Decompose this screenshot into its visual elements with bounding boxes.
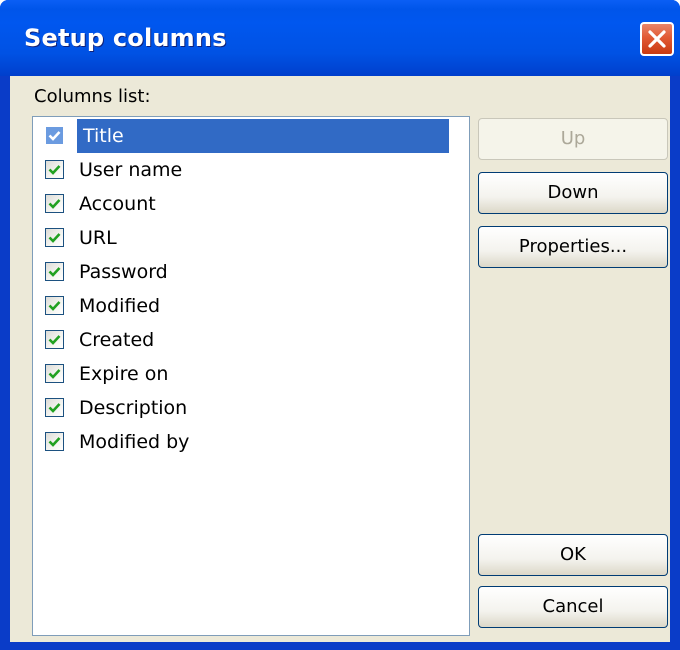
checkmark-icon (48, 267, 61, 277)
list-item[interactable]: URL (33, 221, 469, 255)
cancel-button[interactable]: Cancel (478, 586, 668, 628)
properties-button[interactable]: Properties... (478, 226, 668, 268)
columns-listbox[interactable]: Title User name Account URL Password Mod… (32, 116, 470, 636)
list-item[interactable]: Expire on (33, 357, 469, 391)
checkbox[interactable] (45, 364, 64, 383)
list-item-label: Created (79, 329, 155, 351)
checkmark-icon (48, 301, 61, 311)
checkbox[interactable] (45, 432, 64, 451)
checkbox[interactable] (45, 126, 64, 145)
list-item[interactable]: Title (33, 119, 469, 153)
list-item-label: Modified by (79, 431, 190, 453)
checkbox[interactable] (45, 160, 64, 179)
checkmark-icon (48, 437, 61, 447)
list-item[interactable]: User name (33, 153, 469, 187)
checkbox[interactable] (45, 330, 64, 349)
list-item-label: Password (79, 261, 168, 283)
checkbox[interactable] (45, 398, 64, 417)
list-item-label: Expire on (79, 363, 169, 385)
up-button[interactable]: Up (478, 118, 668, 160)
list-item-label: User name (79, 159, 183, 181)
checkmark-icon (48, 369, 61, 379)
list-item[interactable]: Account (33, 187, 469, 221)
columns-list-label: Columns list: (34, 86, 151, 107)
list-item-label: Account (79, 193, 156, 215)
checkbox[interactable] (45, 296, 64, 315)
list-item[interactable]: Password (33, 255, 469, 289)
list-item-label: Description (79, 397, 188, 419)
checkmark-icon (48, 233, 61, 243)
list-item-label: Title (77, 119, 449, 153)
checkbox[interactable] (45, 262, 64, 281)
checkmark-icon (48, 131, 61, 141)
checkmark-icon (48, 165, 61, 175)
checkmark-icon (48, 335, 61, 345)
dialog-body: Columns list: Title User name Account UR… (10, 76, 670, 642)
close-button[interactable] (640, 22, 674, 56)
list-item[interactable]: Modified (33, 289, 469, 323)
checkbox[interactable] (45, 194, 64, 213)
list-item[interactable]: Modified by (33, 425, 469, 459)
checkmark-icon (48, 199, 61, 209)
dialog-title: Setup columns (24, 24, 227, 52)
checkmark-icon (48, 403, 61, 413)
list-item-label: Modified (79, 295, 161, 317)
list-item-label: URL (79, 227, 117, 249)
down-button[interactable]: Down (478, 172, 668, 214)
title-bar[interactable]: Setup columns (0, 0, 680, 76)
checkbox[interactable] (45, 228, 64, 247)
list-item[interactable]: Description (33, 391, 469, 425)
list-item[interactable]: Created (33, 323, 469, 357)
setup-columns-dialog: Setup columns Columns list: Title User n… (0, 0, 680, 650)
ok-button[interactable]: OK (478, 534, 668, 576)
